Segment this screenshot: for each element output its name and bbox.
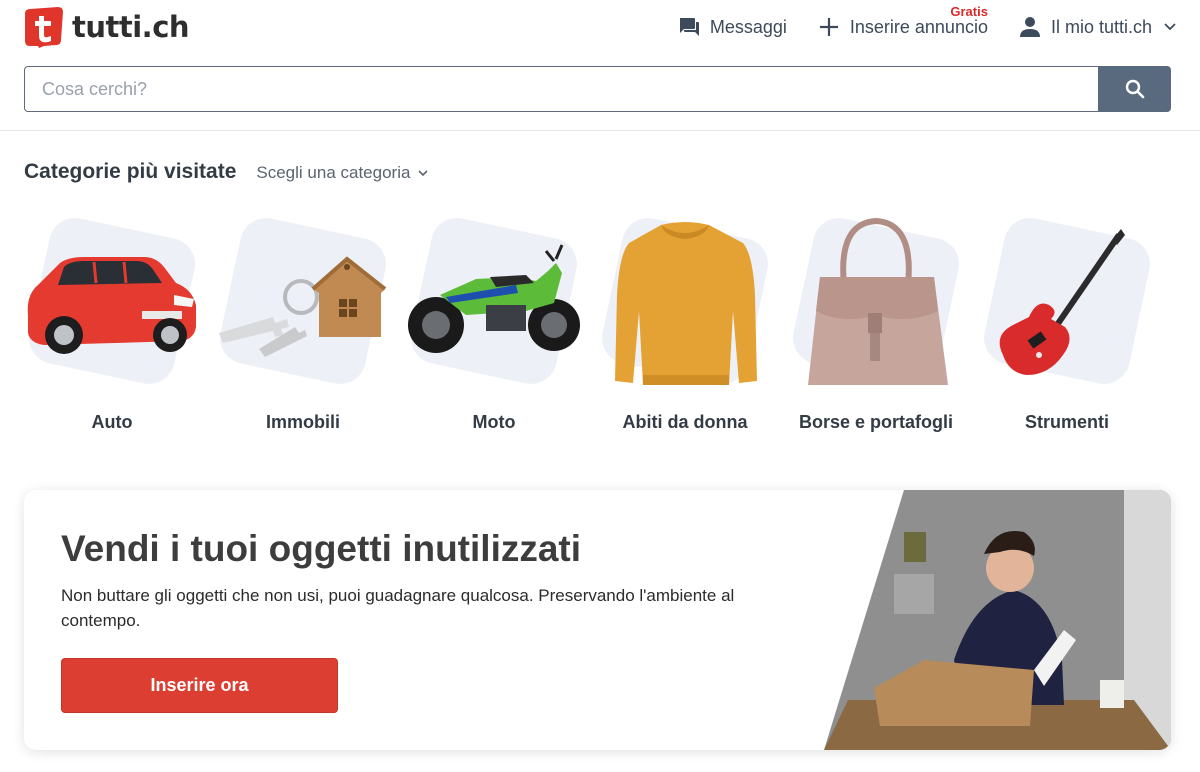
chevron-down-icon [418, 167, 430, 179]
category-borse[interactable]: Borse e portafogli [788, 213, 964, 445]
car-image [27, 257, 197, 354]
messages-label: Messaggi [709, 16, 787, 37]
chevron-down-icon [1164, 21, 1176, 33]
category-label: Moto [472, 412, 516, 432]
chat-icon [678, 16, 700, 38]
search-icon [1125, 79, 1144, 99]
category-abiti-donna[interactable]: Abiti da donna [597, 213, 773, 445]
search-bar [24, 66, 1171, 112]
promo-photo [824, 490, 1171, 750]
header: tutti.ch Messaggi Inserire annuncio Grat… [0, 0, 1200, 131]
category-label: Borse e portafogli [798, 412, 954, 432]
top-nav: Messaggi Inserire annuncio Gratis Il mio… [678, 4, 1176, 41]
plus-icon [818, 16, 840, 38]
logo-text: tutti.ch [72, 10, 190, 44]
category-select-label: Scegli una categoria [256, 163, 411, 182]
promo-text: Non buttare gli oggetti che non usi, puo… [61, 586, 735, 630]
category-list: Auto Immobili Moto Abiti da donna Borse … [24, 213, 1176, 445]
search-button[interactable] [1098, 66, 1171, 112]
sell-promo-card: Vendi i tuoi oggetti inutilizzati Non bu… [24, 490, 1171, 750]
category-select[interactable]: Scegli una categoria [256, 163, 430, 183]
guitar-image [999, 229, 1125, 375]
category-strumenti[interactable]: Strumenti [979, 213, 1155, 445]
tutti-logo-icon [25, 7, 63, 48]
post-ad-label: Inserire annuncio [849, 16, 988, 37]
promo-title: Vendi i tuoi oggetti inutilizzati [61, 528, 582, 569]
category-label: Auto [91, 412, 133, 432]
post-ad-link[interactable]: Inserire annuncio Gratis [818, 4, 988, 38]
search-input[interactable] [24, 66, 1099, 112]
category-label: Strumenti [1024, 412, 1109, 432]
free-badge: Gratis [950, 4, 988, 19]
sweater-image [615, 222, 757, 385]
category-auto[interactable]: Auto [24, 213, 200, 445]
category-label: Immobili [265, 412, 340, 432]
account-label: Il mio tutti.ch [1050, 16, 1152, 37]
house-keys-image [219, 256, 387, 357]
logo[interactable]: tutti.ch [24, 6, 190, 48]
account-menu[interactable]: Il mio tutti.ch [1019, 16, 1176, 38]
category-moto[interactable]: Moto [406, 213, 582, 445]
user-icon [1019, 16, 1041, 38]
motorcycle-image [408, 244, 580, 353]
categories-title: Categorie più visitate [24, 160, 237, 183]
category-immobili[interactable]: Immobili [215, 213, 391, 445]
messages-link[interactable]: Messaggi [678, 16, 787, 38]
handbag-image [808, 217, 948, 385]
category-label: Abiti da donna [622, 412, 748, 432]
post-now-button[interactable]: Inserire ora [61, 658, 338, 713]
categories-header: Categorie più visitate Scegli una catego… [24, 160, 430, 184]
